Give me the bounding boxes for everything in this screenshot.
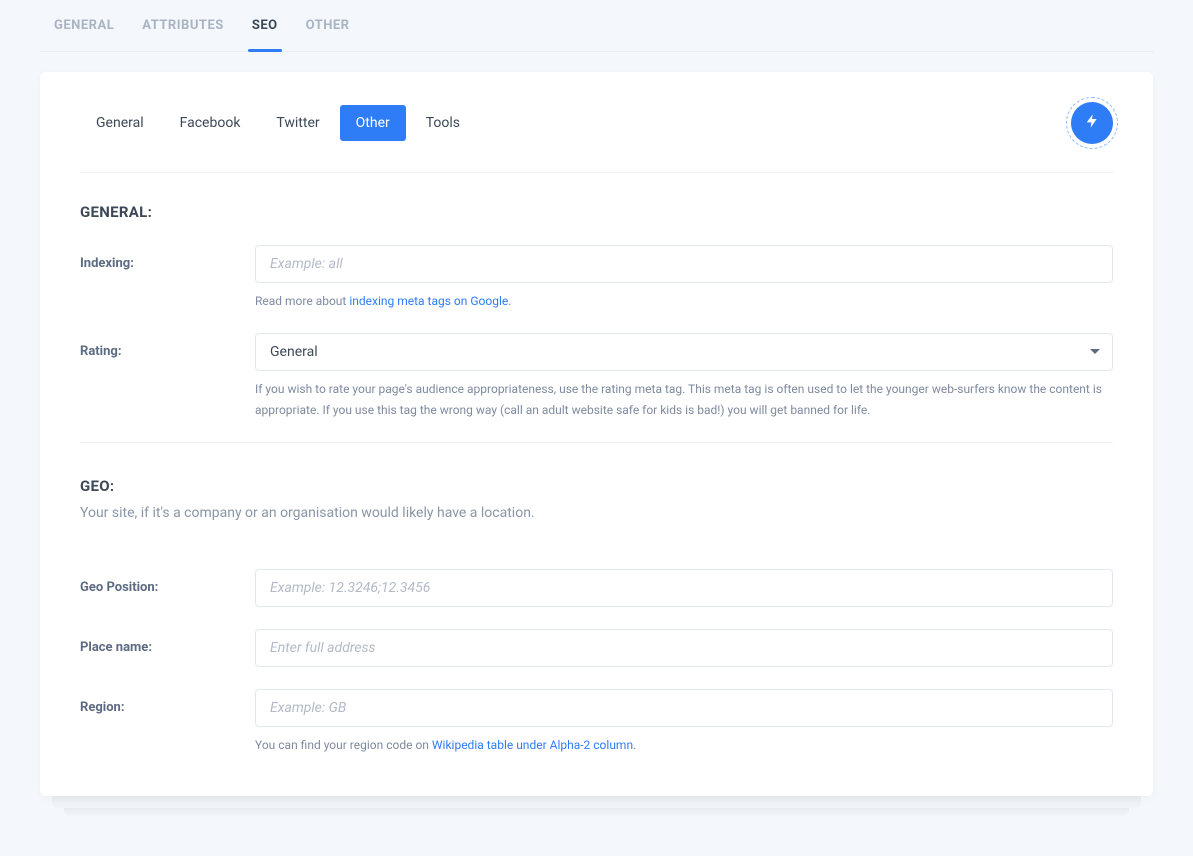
indexing-help-link[interactable]: indexing meta tags on Google [349,294,508,308]
section-title-general: GENERAL: [80,203,1113,221]
card-shadow [52,796,1141,808]
geo-desc: Your site, if it's a company or an organ… [80,505,1113,521]
tab-seo[interactable]: SEO [238,0,292,51]
rating-help: If you wish to rate your page's audience… [255,379,1113,420]
region-help: You can find your region code on Wikiped… [255,735,1113,755]
subtab-facebook[interactable]: Facebook [164,105,257,141]
geo-position-input[interactable] [255,569,1113,607]
subtab-other[interactable]: Other [340,105,406,141]
rating-select[interactable]: General [255,333,1113,371]
geo-position-label: Geo Position: [80,569,255,595]
region-input[interactable] [255,689,1113,727]
region-label: Region: [80,689,255,715]
place-name-label: Place name: [80,629,255,655]
bolt-icon [1084,113,1100,133]
indexing-help: Read more about indexing meta tags on Go… [255,291,1113,311]
subtab-twitter[interactable]: Twitter [260,105,335,141]
tab-general[interactable]: GENERAL [40,0,128,51]
sub-tabs: General Facebook Twitter Other Tools [80,105,476,141]
subtab-tools[interactable]: Tools [410,105,476,141]
divider [80,442,1113,443]
indexing-input[interactable] [255,245,1113,283]
rating-label: Rating: [80,333,255,359]
region-help-link[interactable]: Wikipedia table under Alpha-2 column [432,738,633,752]
card-shadow-2 [64,808,1129,816]
indexing-label: Indexing: [80,245,255,271]
tab-attributes[interactable]: ATTRIBUTES [128,0,238,51]
subtab-general[interactable]: General [80,105,160,141]
seo-card: General Facebook Twitter Other Tools GEN… [40,72,1153,796]
tab-other[interactable]: OTHER [292,0,364,51]
place-name-input[interactable] [255,629,1113,667]
bolt-button[interactable] [1071,102,1113,144]
section-title-geo: GEO: [80,477,1113,495]
top-tabs: GENERAL ATTRIBUTES SEO OTHER [40,0,1153,52]
